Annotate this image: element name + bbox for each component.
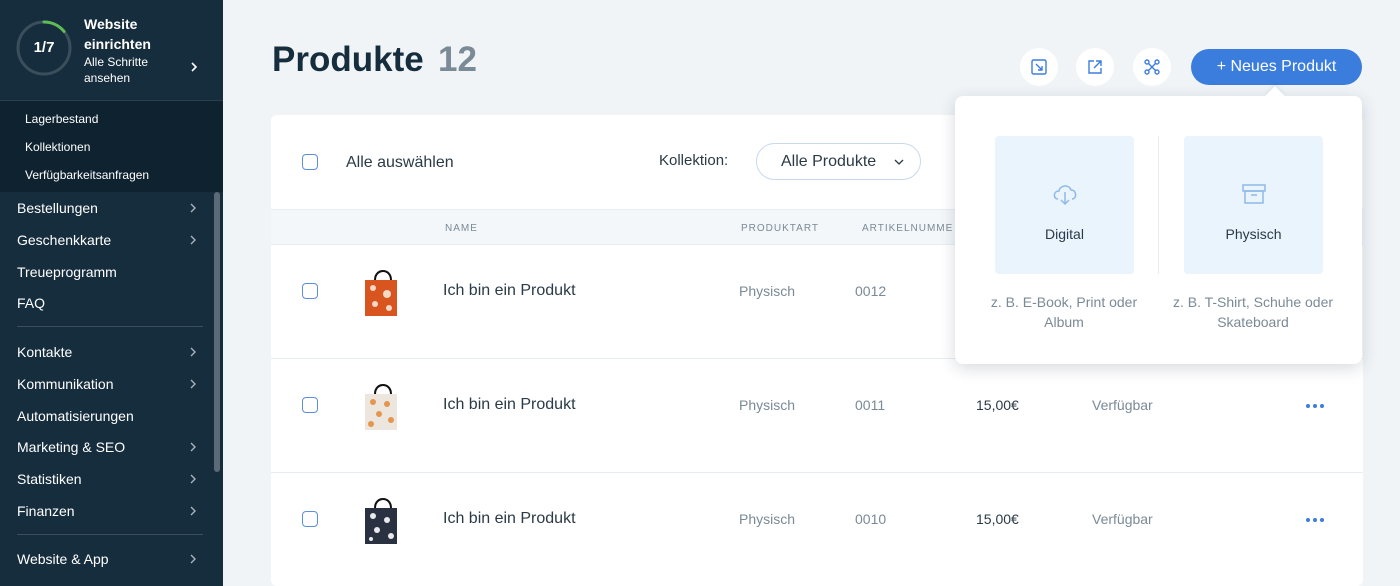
new-product-popover: Digital Physisch z. B. E-Book, Print ode… [955,86,1362,364]
sidebar-item-marketing[interactable]: Marketing & SEO [17,435,203,459]
sidebar-item-label: Statistiken [17,471,82,487]
physical-description: z. B. T-Shirt, Schuhe oder Skateboard [1172,294,1334,330]
chevron-right-icon [190,442,196,452]
column-header-sku[interactable]: ARTIKELNUMME [862,223,953,234]
chevron-down-icon [894,159,904,165]
sidebar-item-contacts[interactable]: Kontakte [17,340,203,364]
row-checkbox[interactable] [302,511,318,527]
product-name[interactable]: Ich bin ein Produkt [443,282,576,300]
sidebar-item-website-app[interactable]: Website & App [17,547,203,571]
chevron-right-icon [190,554,196,564]
product-type: Physisch [739,511,796,527]
connect-button[interactable] [1133,48,1171,86]
product-thumbnail [365,270,397,316]
cloud-download-icon [1053,185,1077,206]
stores-subnav: Lagerbestand Kollektionen Verfügbarkeits… [0,101,223,192]
new-product-button[interactable]: + Neues Produkt [1191,49,1362,85]
column-header-type[interactable]: PRODUKTART [741,223,819,234]
chevron-right-icon [190,347,196,357]
column-header-name[interactable]: NAME [445,223,478,234]
product-type: Physisch [739,283,796,299]
subnav-item-collections[interactable]: Kollektionen [25,140,90,154]
product-count: 12 [438,40,477,79]
collection-dropdown[interactable]: Alle Produkte [756,143,921,180]
collection-value: Alle Produkte [781,153,877,170]
setup-title: Website einrichten [84,16,151,52]
chevron-right-icon [190,235,196,245]
sidebar-item-label: Marketing & SEO [17,439,126,455]
chevron-right-icon [190,474,196,484]
chevron-right-icon [190,506,196,516]
product-sku: 0012 [855,283,887,299]
chevron-right-icon [191,62,198,72]
sidebar-item-automations[interactable]: Automatisierungen [17,404,203,428]
box-icon [1242,184,1266,204]
subnav-item-availability-requests[interactable]: Verfügbarkeitsanfragen [25,168,149,182]
popover-arrow [1265,86,1285,106]
row-checkbox[interactable] [302,397,318,413]
select-all-label[interactable]: Alle auswählen [346,154,454,172]
subnav-item-inventory[interactable]: Lagerbestand [25,112,98,126]
sidebar-item-loyalty[interactable]: Treueprogramm [17,260,203,284]
collection-label: Kollektion: [659,152,729,169]
product-thumbnail [365,498,397,544]
sidebar-item-orders[interactable]: Bestellungen [17,196,203,220]
product-status: Verfügbar [1092,397,1153,413]
sidebar-item-giftcard[interactable]: Geschenkkarte [17,228,203,252]
sidebar-divider [17,534,203,535]
progress-count: 1/7 [33,39,55,56]
popover-divider [1158,136,1159,274]
export-button[interactable] [1076,48,1114,86]
physical-product-option[interactable]: Physisch [1184,136,1323,274]
chevron-right-icon [190,379,196,389]
sidebar-item-label: Kontakte [17,344,73,360]
product-status: Verfügbar [1092,511,1153,527]
more-actions-icon[interactable] [1305,517,1325,523]
sidebar-item-communication[interactable]: Kommunikation [17,372,203,396]
sidebar-item-label: Bestellungen [17,200,98,216]
page-title: Produkte [272,40,424,79]
sidebar-item-label: FAQ [17,295,46,311]
sidebar-item-label: Geschenkkarte [17,232,112,248]
product-type: Physisch [739,397,796,413]
product-sku: 0010 [855,511,887,527]
digital-description: z. B. E-Book, Print oder Album [990,294,1138,330]
table-row[interactable]: Ich bin ein Produkt Physisch 0011 15,00€… [271,359,1363,473]
sidebar-item-faq[interactable]: FAQ [17,291,203,315]
setup-subtitle: Alle Schritte ansehen [84,55,149,85]
more-actions-icon[interactable] [1305,403,1325,409]
sidebar-scrollbar[interactable] [214,192,220,472]
sidebar: 1/7 Website einrichten Alle Schritte ans… [0,0,223,586]
sidebar-item-statistics[interactable]: Statistiken [17,467,203,491]
setup-progress-panel[interactable]: 1/7 Website einrichten Alle Schritte ans… [0,0,223,101]
sidebar-item-label: Finanzen [17,503,75,519]
select-all-checkbox[interactable] [302,154,318,170]
product-thumbnail [365,384,397,430]
digital-label: Digital [1045,226,1084,242]
chevron-right-icon [190,203,196,213]
product-price: 15,00€ [976,397,1019,413]
row-checkbox[interactable] [302,283,318,299]
sidebar-item-label: Website & App [17,551,109,567]
sidebar-divider [17,326,203,327]
export-icon [1088,60,1102,74]
table-row[interactable]: Ich bin ein Produkt Physisch 0010 15,00€… [271,473,1363,586]
physical-label: Physisch [1225,226,1282,242]
product-name[interactable]: Ich bin ein Produkt [443,396,576,414]
product-price: 15,00€ [976,511,1019,527]
sidebar-item-label: Treueprogramm [17,264,117,280]
import-icon [1031,59,1047,75]
import-button[interactable] [1020,48,1058,86]
connect-icon [1144,59,1160,75]
sidebar-item-label: Automatisierungen [17,408,134,424]
product-name[interactable]: Ich bin ein Produkt [443,510,576,528]
sidebar-item-label: Kommunikation [17,376,114,392]
product-sku: 0011 [855,397,886,413]
digital-product-option[interactable]: Digital [995,136,1134,274]
sidebar-item-finances[interactable]: Finanzen [17,499,203,523]
